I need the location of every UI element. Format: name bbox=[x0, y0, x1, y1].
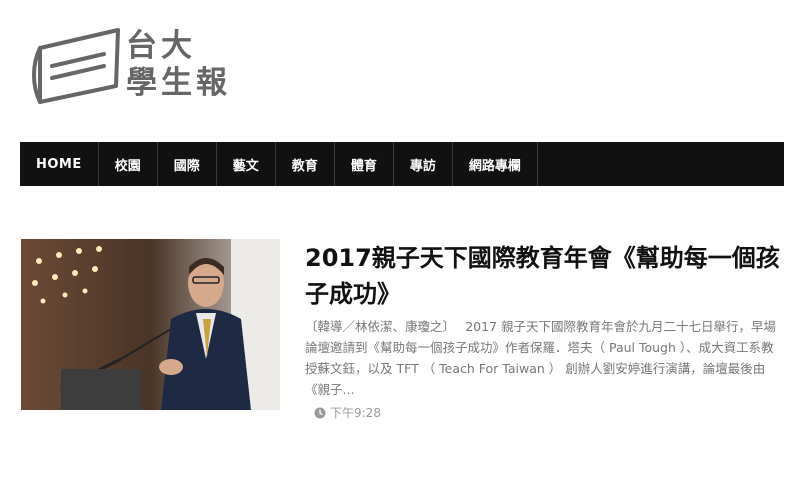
nav-item-interviews[interactable]: 專訪 bbox=[394, 142, 453, 186]
article-excerpt: 〔韓導／林依潔、康瓊之〕 2017 親子天下國際教育年會於九月二十七日舉行，早場… bbox=[305, 319, 777, 397]
nav-item-education[interactable]: 教育 bbox=[276, 142, 335, 186]
nav-item-arts[interactable]: 藝文 bbox=[217, 142, 276, 186]
article-meta: 下午9:28 bbox=[314, 404, 381, 421]
nav-item-home[interactable]: HOME bbox=[20, 142, 99, 186]
speaker-photo bbox=[21, 239, 280, 410]
clock-icon bbox=[314, 407, 326, 418]
page: 台大 學生報 HOME 校園 國際 藝文 教育 體育 專訪 網路專欄 2017親… bbox=[0, 0, 800, 500]
nav-item-campus[interactable]: 校園 bbox=[99, 142, 158, 186]
logo-text-line2: 學生報 bbox=[126, 65, 231, 101]
logo-text: 台大 學生報 bbox=[126, 28, 231, 102]
article-title[interactable]: 2017親子天下國際教育年會《幫助每一個孩子成功》 bbox=[305, 240, 780, 312]
main-navbar: HOME 校園 國際 藝文 教育 體育 專訪 網路專欄 bbox=[20, 142, 784, 186]
site-logo[interactable]: 台大 學生報 bbox=[30, 26, 240, 108]
nav-item-web-column[interactable]: 網路專欄 bbox=[453, 142, 538, 186]
nav-item-international[interactable]: 國際 bbox=[158, 142, 217, 186]
article-thumbnail[interactable] bbox=[21, 239, 280, 410]
newspaper-logo-icon bbox=[32, 28, 120, 104]
article-time: 下午9:28 bbox=[330, 406, 381, 420]
logo-text-line1: 台大 bbox=[126, 28, 196, 64]
nav-item-sports[interactable]: 體育 bbox=[335, 142, 394, 186]
